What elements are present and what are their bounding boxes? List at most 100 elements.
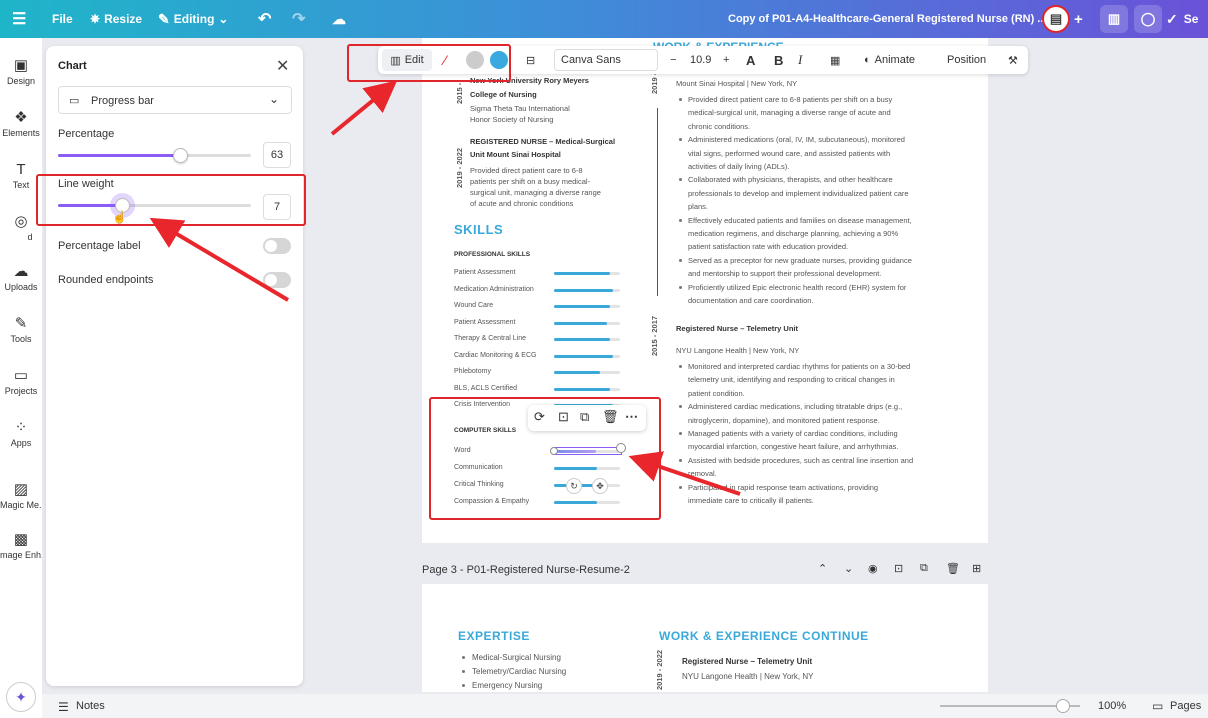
- skill-progress-bar[interactable]: [554, 321, 620, 325]
- sidebar-item-projects[interactable]: ▭ Projects: [0, 366, 42, 396]
- no-color-icon[interactable]: ⁄: [444, 46, 446, 74]
- duplicate-page-icon[interactable]: ⧉: [920, 562, 928, 575]
- line-weight-slider[interactable]: [58, 198, 251, 213]
- resize-button[interactable]: ✵ Resize: [90, 0, 142, 38]
- sidebar-item-text[interactable]: T Text: [0, 160, 42, 190]
- transparency-icon[interactable]: ▦: [830, 46, 840, 74]
- editing-mode-button[interactable]: ✎ Editing ⌄: [158, 0, 228, 38]
- edit-chart-button[interactable]: ▥ Edit: [382, 49, 432, 71]
- cloud-saved-icon[interactable]: ☁: [332, 0, 346, 38]
- skill-progress-bar[interactable]: [554, 272, 620, 275]
- zoom-slider[interactable]: [940, 699, 1080, 713]
- italic-button[interactable]: I: [798, 46, 802, 74]
- chart-type-select[interactable]: ▭ Progress bar ⌄: [58, 86, 292, 114]
- education-honor-2: Honor Society of Nursing: [470, 115, 554, 124]
- bullet-text: patient satisfaction rate with education…: [688, 242, 849, 252]
- sidebar-item-uploads[interactable]: ☁ Uploads: [0, 262, 42, 292]
- skill-progress-bar[interactable]: [554, 354, 620, 358]
- bold-button[interactable]: B: [774, 46, 783, 74]
- education-school-line2: College of Nursing: [470, 90, 537, 99]
- zoom-level[interactable]: 100%: [1098, 700, 1126, 712]
- delete-page-icon[interactable]: 🗑: [946, 562, 960, 575]
- skill-progress-bar[interactable]: [554, 467, 620, 470]
- percentage-label-toggle[interactable]: [263, 238, 291, 254]
- add-page-icon[interactable]: ⊞: [972, 562, 981, 575]
- skill-progress-bar[interactable]: [554, 484, 620, 487]
- undo-icon[interactable]: ↶: [258, 0, 271, 38]
- skill-progress-bar[interactable]: [554, 338, 620, 341]
- sidebar-item-elements[interactable]: ❖ Elements: [0, 108, 42, 138]
- spacing-icon[interactable]: ⊟: [526, 46, 535, 74]
- font-size-input[interactable]: 10.9: [690, 46, 711, 74]
- skill-progress-bar[interactable]: [554, 387, 620, 391]
- lock-page-icon[interactable]: ⊡: [894, 562, 903, 575]
- rotate-icon[interactable]: ↻: [566, 478, 582, 494]
- font-size-decrease-button[interactable]: −: [670, 46, 676, 74]
- selected-progress-bar-outline[interactable]: [554, 447, 622, 455]
- skill-name: Phlebotomy: [454, 368, 491, 375]
- skill-progress-bar[interactable]: [554, 501, 620, 504]
- page-down-icon[interactable]: ⌄: [844, 562, 853, 575]
- position-button[interactable]: Position: [947, 46, 986, 74]
- comments-button[interactable]: ◯: [1134, 0, 1162, 38]
- file-menu[interactable]: File: [52, 0, 73, 38]
- redo-icon[interactable]: ↷: [292, 0, 305, 38]
- experience-desc-line: Provided direct patient care to 6-8: [470, 166, 583, 175]
- delete-icon[interactable]: 🗑: [602, 409, 619, 425]
- magic-sparkle-icon[interactable]: ✦: [6, 682, 36, 712]
- page-up-icon[interactable]: ⌃: [818, 562, 827, 575]
- rounded-endpoints-toggle[interactable]: [263, 272, 291, 288]
- pages-button[interactable]: Pages: [1170, 700, 1201, 712]
- resize-handle-left[interactable]: [550, 447, 558, 455]
- work-continue-heading: WORK & EXPERIENCE CONTINUE: [659, 629, 869, 643]
- percentage-slider[interactable]: [58, 148, 251, 163]
- animate-button[interactable]: ◐ Animate: [864, 46, 915, 74]
- text-color-icon[interactable]: A: [746, 46, 755, 74]
- resize-handle-right[interactable]: [616, 443, 626, 453]
- skill-progress-bar[interactable]: [554, 288, 620, 292]
- animate-icon: ◐: [864, 54, 871, 66]
- comment-toggle-button[interactable]: ▤: [1042, 0, 1070, 38]
- bullet-dot: [679, 138, 682, 142]
- notes-icon[interactable]: ☰: [58, 700, 69, 714]
- right-title-2: Registered Nurse – Telemetry Unit: [676, 324, 798, 333]
- hide-page-icon[interactable]: ◉: [868, 562, 878, 575]
- sidebar-item-magic-media[interactable]: ▨ Magic Me...: [0, 480, 42, 510]
- skill-progress-bar[interactable]: [554, 305, 620, 308]
- zoom-slider-handle[interactable]: [1056, 699, 1071, 713]
- page3-employer: NYU Langone Health | New York, NY: [682, 672, 814, 681]
- skill-progress-bar[interactable]: [554, 371, 620, 374]
- document-title[interactable]: Copy of P01-A4-Healthcare-General Regist…: [728, 0, 1046, 38]
- bullet-text: medical-surgical unit, managing a divers…: [688, 108, 891, 118]
- menu-icon[interactable]: ☰: [12, 0, 26, 38]
- bullet-text: professionals to develop and implement i…: [688, 188, 909, 198]
- percentage-slider-handle[interactable]: [172, 148, 188, 163]
- sidebar-item-tools[interactable]: ✎ Tools: [0, 314, 42, 344]
- font-size-increase-button[interactable]: +: [723, 46, 729, 74]
- duplicate-icon[interactable]: ⧉: [580, 409, 589, 425]
- font-family-select[interactable]: Canva Sans: [554, 49, 658, 71]
- sidebar-item-apps[interactable]: ⁘ Apps: [0, 418, 42, 448]
- percentage-input[interactable]: 63: [263, 142, 291, 168]
- chevron-down-icon: ⌄: [218, 12, 229, 26]
- line-weight-input[interactable]: 7: [263, 194, 291, 220]
- color-swatch-blue[interactable]: [490, 46, 508, 74]
- insights-button[interactable]: ▥: [1100, 0, 1128, 38]
- skill-name: BLS, ACLS Certified: [454, 384, 518, 392]
- move-icon[interactable]: ✥: [592, 478, 608, 494]
- color-swatch-gray[interactable]: [466, 46, 484, 74]
- sidebar-item-brand[interactable]: ◎ d: [0, 212, 42, 242]
- skill-name: Cardiac Monitoring & ECG: [454, 351, 537, 359]
- page-3-header: Page 3 - P01-Registered Nurse-Resume-2 ⌃…: [422, 560, 988, 580]
- close-icon[interactable]: ✕: [276, 56, 289, 76]
- pages-icon[interactable]: ▭: [1152, 699, 1163, 713]
- add-collaborator-icon[interactable]: +: [1074, 0, 1083, 38]
- share-button[interactable]: ✓ Se: [1166, 0, 1198, 38]
- sidebar-item-design[interactable]: ▣ Design: [0, 56, 42, 86]
- comment-add-icon[interactable]: ⟳: [534, 409, 545, 425]
- more-options-icon[interactable]: ⋯: [625, 409, 638, 425]
- notes-button[interactable]: Notes: [76, 700, 105, 712]
- copy-style-icon[interactable]: ⚒: [1008, 46, 1018, 74]
- sidebar-item-image-enhancer[interactable]: ▩ mage Enh...: [0, 530, 42, 560]
- lock-icon[interactable]: ⊡: [558, 409, 569, 425]
